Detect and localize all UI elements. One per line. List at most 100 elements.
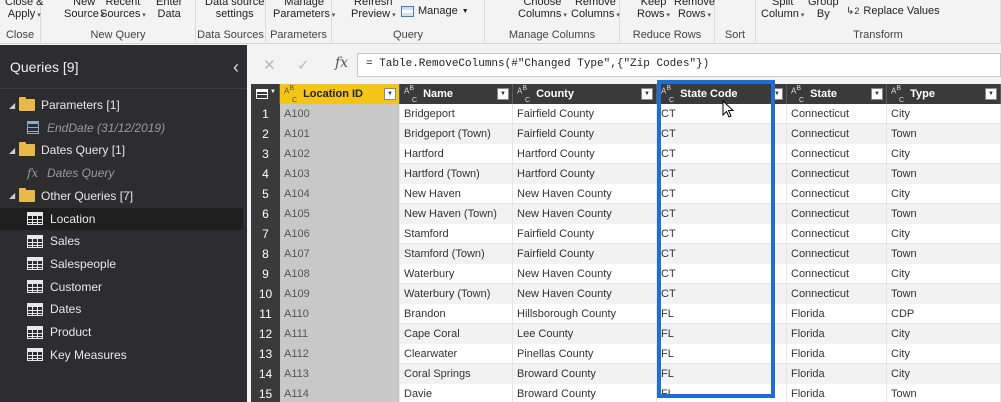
table-cell[interactable]: Florida bbox=[787, 324, 887, 344]
fx-icon[interactable]: fx bbox=[335, 55, 348, 71]
query-item-product[interactable]: Product bbox=[0, 321, 243, 343]
table-cell[interactable]: A114 bbox=[280, 384, 400, 402]
row-number[interactable]: 14 bbox=[251, 364, 280, 384]
collapse-pane-icon[interactable]: ‹ bbox=[233, 58, 239, 76]
column-header-type[interactable]: ABC Type ▼ bbox=[887, 84, 1001, 104]
table-cell[interactable]: Waterbury bbox=[400, 264, 513, 284]
filter-dropdown-icon[interactable]: ▼ bbox=[871, 88, 883, 100]
keep-rows-button[interactable]: Keep Rows ▾ bbox=[637, 0, 670, 22]
table-cell[interactable]: Stamford (Town) bbox=[400, 244, 513, 264]
table-cell[interactable]: Florida bbox=[787, 364, 887, 384]
remove-rows-button[interactable]: Remove Rows ▾ bbox=[674, 0, 715, 22]
row-number[interactable]: 7 bbox=[251, 224, 280, 244]
expand-triangle-icon[interactable]: ◢ bbox=[9, 101, 19, 110]
table-cell[interactable]: Town bbox=[887, 164, 1001, 184]
table-menu-button[interactable]: ▼ bbox=[251, 84, 280, 104]
remove-columns-button[interactable]: Remove Columns ▾ bbox=[571, 0, 620, 22]
column-header-state[interactable]: ABC State ▼ bbox=[787, 84, 887, 104]
table-cell[interactable]: New Haven County bbox=[513, 204, 657, 224]
table-cell[interactable]: New Haven (Town) bbox=[400, 204, 513, 224]
table-cell[interactable]: A103 bbox=[280, 164, 400, 184]
table-cell[interactable]: Connecticut bbox=[787, 224, 887, 244]
query-item-enddate-31-12-2019[interactable]: EndDate (31/12/2019) bbox=[0, 117, 243, 139]
table-cell[interactable]: City bbox=[887, 344, 1001, 364]
table-cell[interactable]: CT bbox=[657, 264, 787, 284]
table-cell[interactable]: Broward County bbox=[513, 384, 657, 402]
table-row[interactable]: 10 A109 Waterbury (Town) New Haven County CT… bbox=[251, 284, 1001, 304]
row-number[interactable]: 3 bbox=[251, 144, 280, 164]
table-cell[interactable]: Town bbox=[887, 124, 1001, 144]
table-cell[interactable]: A110 bbox=[280, 304, 400, 324]
table-cell[interactable]: Hartford County bbox=[513, 164, 657, 184]
table-cell[interactable]: Connecticut bbox=[787, 244, 887, 264]
row-number[interactable]: 8 bbox=[251, 244, 280, 264]
query-group-parameters-1[interactable]: ◢ Parameters [1] bbox=[0, 94, 243, 116]
refresh-preview-button[interactable]: Refresh Preview ▾ bbox=[351, 0, 396, 22]
table-cell[interactable]: City bbox=[887, 224, 1001, 244]
query-item-dates-query[interactable]: fx Dates Query bbox=[0, 162, 243, 184]
expand-triangle-icon[interactable]: ◢ bbox=[9, 146, 19, 155]
table-cell[interactable]: FL bbox=[657, 344, 787, 364]
table-cell[interactable]: Town bbox=[887, 384, 1001, 402]
table-cell[interactable]: CDP bbox=[887, 304, 1001, 324]
filter-dropdown-icon[interactable]: ▼ bbox=[771, 88, 783, 100]
table-cell[interactable]: Connecticut bbox=[787, 104, 887, 124]
table-cell[interactable]: Fairfield County bbox=[513, 104, 657, 124]
table-row[interactable]: 3 A102 Hartford Hartford County CT Connecticu… bbox=[251, 144, 1001, 164]
filter-dropdown-icon[interactable]: ▼ bbox=[985, 88, 997, 100]
table-cell[interactable]: Fairfield County bbox=[513, 244, 657, 264]
table-cell[interactable]: Connecticut bbox=[787, 164, 887, 184]
row-number[interactable]: 15 bbox=[251, 384, 280, 402]
table-row[interactable]: 14 A113 Coral Springs Broward County FL Flori… bbox=[251, 364, 1001, 384]
split-column-button[interactable]: Split Column ▾ bbox=[761, 0, 804, 22]
table-cell[interactable]: City bbox=[887, 104, 1001, 124]
row-number[interactable]: 10 bbox=[251, 284, 280, 304]
table-cell[interactable]: CT bbox=[657, 244, 787, 264]
table-row[interactable]: 4 A103 Hartford (Town) Hartford County CT Con… bbox=[251, 164, 1001, 184]
text-type-icon[interactable]: ABC bbox=[791, 85, 806, 104]
table-cell[interactable]: City bbox=[887, 364, 1001, 384]
filter-dropdown-icon[interactable]: ▼ bbox=[384, 88, 396, 100]
table-cell[interactable]: FL bbox=[657, 384, 787, 402]
formula-input[interactable]: = Table.RemoveColumns(#"Changed Type",{"… bbox=[357, 53, 1001, 77]
text-type-icon[interactable]: ABC bbox=[517, 85, 532, 104]
table-cell[interactable]: Hillsborough County bbox=[513, 304, 657, 324]
query-item-customer[interactable]: Customer bbox=[0, 276, 243, 298]
row-number[interactable]: 4 bbox=[251, 164, 280, 184]
query-item-dates[interactable]: Dates bbox=[0, 298, 243, 320]
table-cell[interactable]: Davie bbox=[400, 384, 513, 402]
table-cell[interactable]: A113 bbox=[280, 364, 400, 384]
table-cell[interactable]: City bbox=[887, 184, 1001, 204]
table-cell[interactable]: Cape Coral bbox=[400, 324, 513, 344]
table-cell[interactable]: Town bbox=[887, 204, 1001, 224]
table-cell[interactable]: FL bbox=[657, 364, 787, 384]
table-cell[interactable]: CT bbox=[657, 204, 787, 224]
row-number[interactable]: 11 bbox=[251, 304, 280, 324]
cancel-formula-icon[interactable]: ✕ bbox=[263, 56, 276, 74]
table-cell[interactable]: FL bbox=[657, 304, 787, 324]
table-cell[interactable]: A108 bbox=[280, 264, 400, 284]
table-cell[interactable]: Connecticut bbox=[787, 284, 887, 304]
table-cell[interactable]: Bridgeport bbox=[400, 104, 513, 124]
table-cell[interactable]: CT bbox=[657, 284, 787, 304]
table-cell[interactable]: Brandon bbox=[400, 304, 513, 324]
table-cell[interactable]: CT bbox=[657, 164, 787, 184]
table-cell[interactable]: CT bbox=[657, 224, 787, 244]
column-header-location-id[interactable]: ABC Location ID ▼ bbox=[280, 84, 400, 104]
table-row[interactable]: 6 A105 New Haven (Town) New Haven County CT C… bbox=[251, 204, 1001, 224]
table-row[interactable]: 1 A100 Bridgeport Fairfield County CT Connect… bbox=[251, 104, 1001, 124]
table-row[interactable]: 2 A101 Bridgeport (Town) Fairfield County CT… bbox=[251, 124, 1001, 144]
table-cell[interactable]: CT bbox=[657, 124, 787, 144]
table-cell[interactable]: Florida bbox=[787, 304, 887, 324]
table-row[interactable]: 11 A110 Brandon Hillsborough County FL Florid… bbox=[251, 304, 1001, 324]
table-cell[interactable]: A107 bbox=[280, 244, 400, 264]
table-cell[interactable]: City bbox=[887, 144, 1001, 164]
text-type-icon[interactable]: ABC bbox=[661, 85, 676, 104]
table-cell[interactable]: Connecticut bbox=[787, 264, 887, 284]
table-cell[interactable]: A105 bbox=[280, 204, 400, 224]
table-cell[interactable]: Fairfield County bbox=[513, 124, 657, 144]
table-cell[interactable]: Clearwater bbox=[400, 344, 513, 364]
commit-formula-icon[interactable]: ✓ bbox=[297, 56, 310, 74]
table-cell[interactable]: Bridgeport (Town) bbox=[400, 124, 513, 144]
table-cell[interactable]: Coral Springs bbox=[400, 364, 513, 384]
